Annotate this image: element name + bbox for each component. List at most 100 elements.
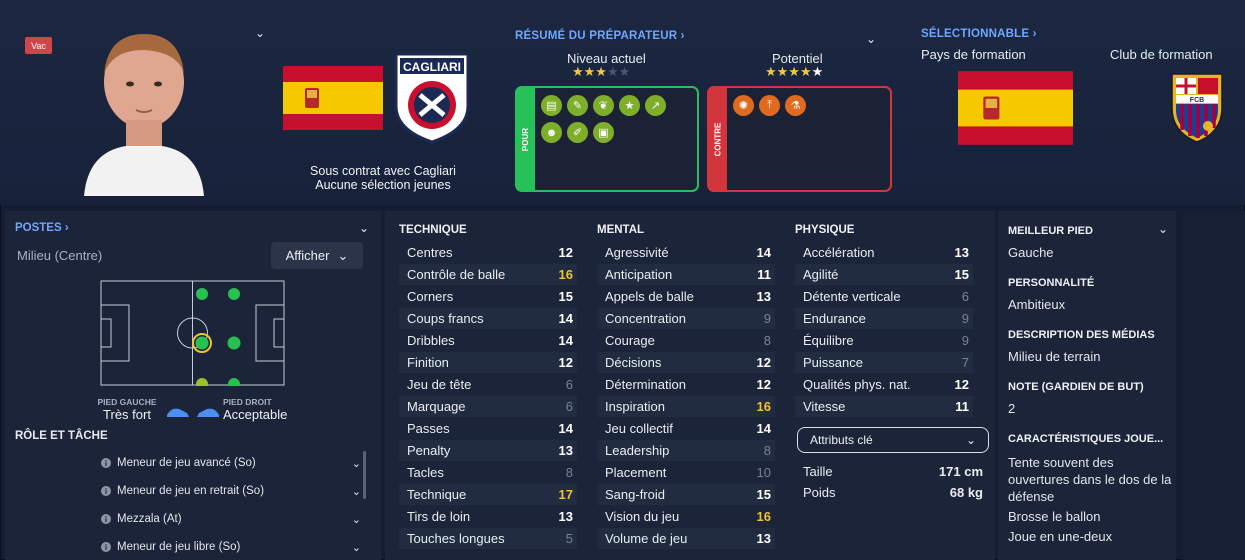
attribute-row[interactable]: Placement 10	[597, 462, 775, 483]
media-description-title: DESCRIPTION DES MÉDIAS	[1008, 329, 1155, 341]
attribute-row[interactable]: Anticipation 11	[597, 264, 775, 285]
trend-up-icon[interactable]: ↗	[645, 95, 666, 116]
best-foot-value: Gauche	[1008, 245, 1054, 260]
info-icon[interactable]: i	[101, 486, 111, 496]
attribute-value: 17	[558, 487, 573, 502]
attribute-value: 9	[961, 311, 969, 326]
role-row[interactable]: i Meneur de jeu libre (So) ⌄	[101, 538, 361, 556]
attribute-value: 14	[558, 333, 573, 348]
attribute-row[interactable]: Concentration 9	[597, 308, 775, 329]
brain-icon[interactable]: ✺	[733, 95, 754, 116]
attribute-row[interactable]: Tacles 8	[399, 462, 577, 483]
attribute-name: Leadership	[605, 443, 670, 458]
chevron-down-icon: ⌄	[337, 247, 349, 263]
wrench-icon[interactable]: ✎	[567, 95, 588, 116]
info-icon[interactable]: i	[101, 542, 111, 552]
positions-link[interactable]: POSTES ›	[15, 222, 69, 234]
chevron-down-icon[interactable]: ⌄	[352, 541, 361, 554]
attribute-row[interactable]: Décisions 12	[597, 352, 775, 373]
attribute-row[interactable]: Touches longues 5	[399, 528, 577, 549]
attribute-row[interactable]: Passes 14	[399, 418, 577, 439]
show-dropdown-button[interactable]: Afficher ⌄	[271, 242, 363, 269]
attribute-row[interactable]: Détermination 12	[597, 374, 775, 395]
attribute-row[interactable]: Appels de balle 13	[597, 286, 775, 307]
attribute-row[interactable]: Volume de jeu 13	[597, 528, 775, 549]
positions-panel: POSTES › ⌄ Milieu (Centre) Afficher ⌄ PIE…	[5, 211, 381, 560]
attribute-row[interactable]: Courage 8	[597, 330, 775, 351]
vacation-badge[interactable]: Vac	[25, 37, 52, 54]
attribute-row[interactable]: Contrôle de balle 16	[399, 264, 577, 285]
chevron-down-icon[interactable]: ⌄	[352, 485, 361, 498]
attribute-row[interactable]: Finition 12	[399, 352, 577, 373]
player-info-panel: ⌄ MEILLEUR PIED Gauche PERSONNALITÉ Ambi…	[998, 211, 1176, 560]
attribute-value: 14	[558, 311, 573, 326]
attribute-row[interactable]: Inspiration 16	[597, 396, 775, 417]
height-label: Taille	[803, 464, 833, 479]
attribute-row[interactable]: Jeu collectif 14	[597, 418, 775, 439]
jump-icon[interactable]: ⤒	[759, 95, 780, 116]
chevron-down-icon[interactable]: ⌄	[866, 32, 876, 46]
attribute-row[interactable]: Tirs de loin 13	[399, 506, 577, 527]
chevron-down-icon[interactable]: ⌄	[359, 221, 369, 235]
attribute-row[interactable]: Détente verticale 6	[795, 286, 973, 307]
right-foot-rating: PIED DROIT Acceptable	[223, 397, 303, 422]
attribute-name: Finition	[407, 355, 449, 370]
pencil-icon[interactable]: ✐	[567, 122, 588, 143]
attribute-row[interactable]: Endurance 9	[795, 308, 973, 329]
attribute-row[interactable]: Leadership 8	[597, 440, 775, 461]
attribute-name: Placement	[605, 465, 667, 480]
chevron-down-icon: ⌄	[965, 433, 976, 447]
attribute-name: Détermination	[605, 377, 686, 392]
tactics-icon[interactable]: ▤	[541, 95, 562, 116]
personality-value: Ambitieux	[1008, 297, 1066, 312]
contract-info: Sous contrat avec Cagliari Aucune sélect…	[283, 164, 483, 192]
attribute-value: 6	[565, 377, 573, 392]
attribute-row[interactable]: Agilité 15	[795, 264, 973, 285]
club-badge-cagliari[interactable]: CAGLIARI	[392, 50, 472, 144]
attribute-row[interactable]: Jeu de tête 6	[399, 374, 577, 395]
attribute-row[interactable]: Technique 17	[399, 484, 577, 505]
chevron-down-icon[interactable]: ⌄	[352, 513, 361, 526]
flask-icon[interactable]: ⚗	[785, 95, 806, 116]
info-icon[interactable]: i	[101, 458, 111, 468]
pitch-icon[interactable]: ▣	[593, 122, 614, 143]
attribute-value: 12	[756, 377, 771, 392]
best-foot-title: MEILLEUR PIED	[1008, 225, 1093, 237]
attribute-row[interactable]: Centres 12	[399, 242, 577, 263]
attribute-name: Corners	[407, 289, 454, 304]
club-badge-barcelona[interactable]: FCB	[1168, 70, 1226, 144]
attribute-value: 11	[955, 399, 969, 414]
attribute-value: 12	[558, 355, 573, 370]
star-icon[interactable]: ★	[619, 95, 640, 116]
head-icon[interactable]: ☻	[541, 122, 562, 143]
leaf-icon[interactable]: ❦	[593, 95, 614, 116]
chevron-down-icon[interactable]: ⌄	[255, 26, 265, 40]
attribute-name: Endurance	[803, 311, 866, 326]
selectable-link[interactable]: SÉLECTIONNABLE ›	[921, 28, 1037, 40]
attribute-row[interactable]: Agressivité 14	[597, 242, 775, 263]
role-row[interactable]: i Mezzala (At) ⌄	[101, 510, 361, 528]
info-icon[interactable]: i	[101, 514, 111, 524]
coach-report-link[interactable]: RÉSUMÉ DU PRÉPARATEUR ›	[515, 30, 685, 42]
attribute-row[interactable]: Sang-froid 15	[597, 484, 775, 505]
roles-scrollbar[interactable]	[363, 451, 366, 499]
chevron-down-icon[interactable]: ⌄	[1158, 222, 1168, 236]
key-attributes-dropdown[interactable]: Attributs clé ⌄	[797, 427, 989, 453]
role-row[interactable]: i Meneur de jeu en retrait (So) ⌄	[101, 482, 361, 500]
attribute-row[interactable]: Équilibre 9	[795, 330, 973, 351]
attribute-row[interactable]: Vitesse 11	[795, 396, 973, 417]
attribute-row[interactable]: Penalty 13	[399, 440, 577, 461]
attribute-row[interactable]: Coups francs 14	[399, 308, 577, 329]
attribute-row[interactable]: Dribbles 14	[399, 330, 577, 351]
attribute-row[interactable]: Corners 15	[399, 286, 577, 307]
attribute-row[interactable]: Marquage 6	[399, 396, 577, 417]
attribute-value: 8	[763, 333, 771, 348]
role-row[interactable]: i Meneur de jeu avancé (So) ⌄	[101, 454, 361, 472]
attribute-name: Vitesse	[803, 399, 846, 414]
chevron-down-icon[interactable]: ⌄	[352, 457, 361, 470]
attribute-row[interactable]: Qualités phys. nat. 12	[795, 374, 973, 395]
attribute-name: Marquage	[407, 399, 466, 414]
attribute-row[interactable]: Vision du jeu 16	[597, 506, 775, 527]
attribute-row[interactable]: Puissance 7	[795, 352, 973, 373]
attribute-row[interactable]: Accélération 13	[795, 242, 973, 263]
